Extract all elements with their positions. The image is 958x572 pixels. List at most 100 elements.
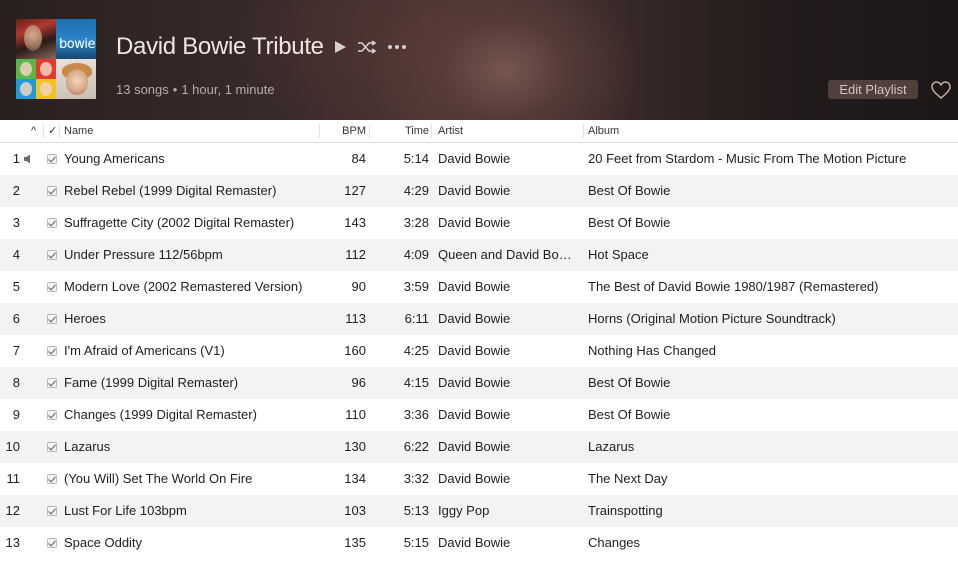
- edit-playlist-button[interactable]: Edit Playlist: [828, 80, 918, 99]
- track-number: 12: [5, 503, 20, 518]
- track-album: Lazarus: [588, 439, 635, 454]
- time-column-header[interactable]: Time: [370, 120, 432, 142]
- track-number: 3: [12, 215, 20, 230]
- track-time: 4:15: [403, 375, 429, 390]
- track-checkbox[interactable]: [47, 282, 57, 292]
- play-icon[interactable]: [333, 40, 347, 54]
- track-name: Lazarus: [64, 439, 111, 454]
- track-row[interactable]: 12 Lust For Life 103bpm 103 5:13 Iggy Po…: [0, 495, 958, 527]
- track-bpm: 103: [344, 503, 366, 518]
- table-header: ^ ✓ Name BPM Time Artist Album: [0, 120, 958, 143]
- shuffle-icon[interactable]: [357, 40, 377, 54]
- bpm-column-header[interactable]: BPM: [320, 120, 370, 142]
- track-row[interactable]: 13 Space Oddity 135 5:15 David Bowie Cha…: [0, 527, 958, 559]
- track-number: 6: [12, 311, 20, 326]
- track-time: 6:11: [404, 311, 429, 326]
- name-column-header[interactable]: Name: [60, 120, 320, 142]
- track-checkbox[interactable]: [47, 378, 57, 388]
- track-number: 8: [12, 375, 20, 390]
- track-checkbox[interactable]: [47, 154, 57, 164]
- more-icon[interactable]: [387, 44, 407, 50]
- track-time: 6:22: [403, 439, 429, 454]
- track-album: Best Of Bowie: [588, 375, 671, 390]
- track-album: Best Of Bowie: [588, 407, 671, 422]
- track-number: 9: [12, 407, 20, 422]
- track-checkbox[interactable]: [47, 218, 57, 228]
- track-checkbox[interactable]: [47, 410, 57, 420]
- track-time: 4:29: [403, 183, 429, 198]
- track-artist: David Bowie: [438, 375, 511, 390]
- track-name: Fame (1999 Digital Remaster): [64, 375, 239, 390]
- track-artist: David Bowie: [438, 311, 511, 326]
- track-checkbox[interactable]: [47, 314, 57, 324]
- track-table: ^ ✓ Name BPM Time Artist Album 1 Young A…: [0, 120, 958, 559]
- track-time: 3:28: [403, 215, 429, 230]
- track-number: 1: [12, 151, 20, 166]
- track-row[interactable]: 4 Under Pressure 112/56bpm 112 4:09 Quee…: [0, 239, 958, 271]
- track-album: Trainspotting: [588, 503, 663, 518]
- track-row[interactable]: 5 Modern Love (2002 Remastered Version) …: [0, 271, 958, 303]
- album-column-header[interactable]: Album: [584, 120, 958, 142]
- track-row[interactable]: 10 Lazarus 130 6:22 David Bowie Lazarus: [0, 431, 958, 463]
- track-bpm: 134: [344, 471, 366, 486]
- track-time: 3:32: [403, 471, 429, 486]
- track-album: Best Of Bowie: [588, 183, 671, 198]
- track-checkbox[interactable]: [47, 474, 57, 484]
- track-row[interactable]: 1 Young Americans 84 5:14 David Bowie 20…: [0, 143, 958, 175]
- playlist-header: bowie David Bowie Tribute 13 songs • 1 hou…: [0, 0, 958, 120]
- track-name: Young Americans: [64, 151, 165, 166]
- track-row[interactable]: 9 Changes (1999 Digital Remaster) 110 3:…: [0, 399, 958, 431]
- playlist-artwork[interactable]: bowie: [16, 19, 96, 99]
- track-name: Under Pressure 112/56bpm: [64, 247, 223, 262]
- track-time: 4:25: [403, 343, 429, 358]
- track-row[interactable]: 11 (You Will) Set The World On Fire 134 …: [0, 463, 958, 495]
- track-name: I'm Afraid of Americans (V1): [64, 343, 225, 358]
- song-count: 13 songs: [116, 82, 169, 97]
- track-row[interactable]: 8 Fame (1999 Digital Remaster) 96 4:15 D…: [0, 367, 958, 399]
- track-artist: David Bowie: [438, 183, 511, 198]
- check-column-header[interactable]: ✓: [44, 120, 60, 142]
- track-checkbox[interactable]: [47, 186, 57, 196]
- playlist-duration: 1 hour, 1 minute: [181, 82, 275, 97]
- track-row[interactable]: 6 Heroes 113 6:11 David Bowie Horns (Ori…: [0, 303, 958, 335]
- track-name: Modern Love (2002 Remastered Version): [64, 279, 303, 294]
- track-album: The Next Day: [588, 471, 668, 486]
- track-list: 1 Young Americans 84 5:14 David Bowie 20…: [0, 143, 958, 559]
- track-number: 4: [12, 247, 20, 262]
- track-artist: David Bowie: [438, 215, 511, 230]
- heart-icon[interactable]: [930, 80, 952, 100]
- track-artist: Queen and David Bo…: [438, 247, 572, 262]
- track-bpm: 143: [344, 215, 366, 230]
- sort-column-header[interactable]: ^: [0, 120, 44, 142]
- track-bpm: 110: [345, 407, 366, 422]
- album-art-tile: [56, 59, 96, 99]
- track-time: 3:59: [403, 279, 429, 294]
- track-album: 20 Feet from Stardom - Music From The Mo…: [588, 151, 907, 166]
- track-checkbox[interactable]: [47, 442, 57, 452]
- track-bpm: 113: [345, 311, 366, 326]
- track-number: 13: [5, 535, 20, 550]
- track-number: 11: [6, 471, 21, 486]
- now-playing-speaker-icon: [23, 154, 35, 164]
- album-art-tile: [16, 59, 56, 99]
- track-artist: David Bowie: [438, 407, 511, 422]
- playlist-summary: 13 songs • 1 hour, 1 minute: [116, 82, 275, 97]
- track-name: Rebel Rebel (1999 Digital Remaster): [64, 183, 277, 198]
- track-album: The Best of David Bowie 1980/1987 (Remas…: [588, 279, 879, 294]
- track-time: 5:15: [403, 535, 429, 550]
- track-row[interactable]: 3 Suffragette City (2002 Digital Remaste…: [0, 207, 958, 239]
- track-checkbox[interactable]: [47, 538, 57, 548]
- track-checkbox[interactable]: [47, 250, 57, 260]
- track-number: 2: [12, 183, 20, 198]
- track-artist: David Bowie: [438, 535, 511, 550]
- track-row[interactable]: 2 Rebel Rebel (1999 Digital Remaster) 12…: [0, 175, 958, 207]
- track-checkbox[interactable]: [47, 506, 57, 516]
- track-album: Nothing Has Changed: [588, 343, 716, 358]
- album-art-tile: bowie: [56, 19, 96, 59]
- track-artist: Iggy Pop: [438, 503, 490, 518]
- playlist-title: David Bowie Tribute: [116, 33, 324, 60]
- track-row[interactable]: 7 I'm Afraid of Americans (V1) 160 4:25 …: [0, 335, 958, 367]
- artist-column-header[interactable]: Artist: [432, 120, 584, 142]
- track-checkbox[interactable]: [47, 346, 57, 356]
- title-actions: [333, 36, 407, 58]
